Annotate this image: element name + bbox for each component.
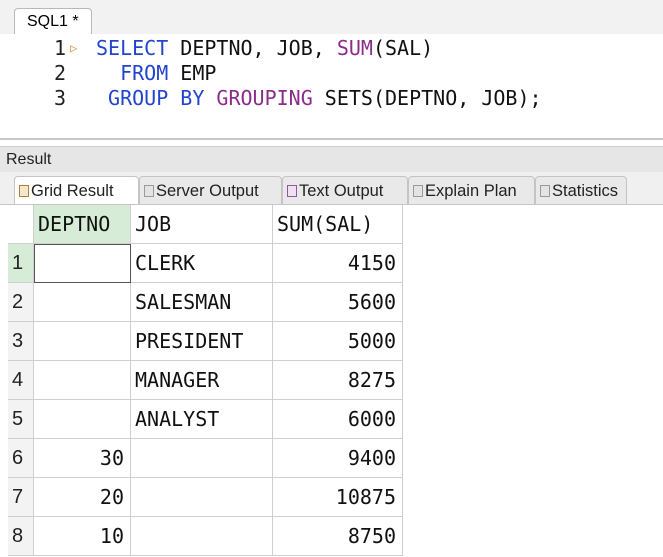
row-number[interactable]: 1: [8, 244, 34, 283]
cell-job[interactable]: CLERK: [131, 244, 273, 283]
code-line[interactable]: 1 ▷ SELECT DEPTNO, JOB, SUM(SAL): [0, 36, 663, 61]
result-panel-header: Result: [0, 146, 663, 173]
cell-deptno[interactable]: [34, 283, 131, 322]
cell-deptno[interactable]: [34, 361, 131, 400]
result-panel-title: Result: [6, 151, 52, 168]
cell-deptno[interactable]: [34, 322, 131, 361]
cell-sum-sal[interactable]: 4150: [273, 244, 403, 283]
tab-label: Grid Result: [31, 182, 114, 200]
row-number[interactable]: 4: [8, 361, 34, 400]
cell-job[interactable]: [131, 517, 273, 556]
code-text: SELECT DEPTNO, JOB, SUM(SAL): [96, 36, 433, 61]
cell-deptno[interactable]: [34, 400, 131, 439]
row-number[interactable]: 6: [8, 439, 34, 478]
tab-text-output[interactable]: Text Output: [282, 176, 408, 204]
cell-sum-sal[interactable]: 5000: [273, 322, 403, 361]
code-line[interactable]: 3 GROUP BY GROUPING SETS(DEPTNO, JOB);: [0, 86, 663, 111]
tab-explain-plan[interactable]: Explain Plan: [408, 176, 535, 204]
cell-deptno[interactable]: 20: [34, 478, 131, 517]
cell-deptno[interactable]: 10: [34, 517, 131, 556]
code-token: EMP: [180, 61, 217, 85]
cell-job[interactable]: MANAGER: [131, 361, 273, 400]
column-header-sumsal[interactable]: SUM(SAL): [273, 205, 403, 244]
cell-sum-sal[interactable]: 8275: [273, 361, 403, 400]
tab-label: Explain Plan: [425, 182, 517, 200]
cell-job[interactable]: PRESIDENT: [131, 322, 273, 361]
tab-server-output[interactable]: Server Output: [139, 176, 282, 204]
cell-sum-sal[interactable]: 8750: [273, 517, 403, 556]
cell-job[interactable]: [131, 478, 273, 517]
code-token: DEPTNO, JOB,: [180, 36, 337, 60]
cell-deptno[interactable]: [34, 244, 131, 283]
code-token: GROUP BY: [96, 86, 217, 110]
cell-sum-sal[interactable]: 9400: [273, 439, 403, 478]
result-tab-strip: Grid Result Server Output Text Output Expla…: [0, 172, 663, 205]
grid-icon: [19, 185, 29, 197]
code-token: SELECT: [96, 36, 181, 60]
editor-tab-sql1[interactable]: SQL1 *: [14, 8, 92, 35]
code-text: GROUP BY GROUPING SETS(DEPTNO, JOB);: [96, 86, 542, 111]
line-number: 1: [53, 36, 66, 60]
code-line[interactable]: 2 FROM EMP: [0, 61, 663, 86]
code-token: SUM: [336, 36, 373, 60]
server-output-icon: [144, 185, 154, 197]
cell-job[interactable]: ANALYST: [131, 400, 273, 439]
explain-plan-icon: [413, 185, 423, 197]
line-number: 3: [53, 86, 66, 110]
editor-tab-strip: SQL1 *: [0, 0, 663, 35]
cell-sum-sal[interactable]: 6000: [273, 400, 403, 439]
cell-job[interactable]: [131, 439, 273, 478]
tab-label: Text Output: [299, 182, 384, 200]
fold-arrow-icon[interactable]: ▷: [70, 36, 77, 61]
code-token: GROUPING: [216, 86, 325, 110]
code-token: FROM: [96, 61, 181, 85]
tab-label: Server Output: [156, 182, 259, 200]
row-number[interactable]: 2: [8, 283, 34, 322]
tab-statistics[interactable]: Statistics: [535, 176, 627, 204]
cell-job[interactable]: SALESMAN: [131, 283, 273, 322]
line-number: 2: [53, 61, 66, 85]
row-number[interactable]: 3: [8, 322, 34, 361]
statistics-icon: [540, 185, 550, 197]
cell-sum-sal[interactable]: 5600: [273, 283, 403, 322]
sql-editor[interactable]: 1 ▷ SELECT DEPTNO, JOB, SUM(SAL) 2 FROM EMP…: [0, 34, 663, 140]
code-token: SETS(DEPTNO, JOB);: [324, 86, 542, 110]
row-number[interactable]: 7: [8, 478, 34, 517]
code-text: FROM EMP: [96, 61, 216, 86]
column-header-deptno[interactable]: DEPTNO: [34, 205, 131, 244]
cell-deptno[interactable]: 30: [34, 439, 131, 478]
code-token: (SAL): [372, 36, 434, 60]
row-number[interactable]: 5: [8, 400, 34, 439]
cell-sum-sal[interactable]: 10875: [273, 478, 403, 517]
tab-grid-result[interactable]: Grid Result: [14, 176, 139, 204]
column-header-job[interactable]: JOB: [131, 205, 273, 244]
tab-label: Statistics: [552, 182, 619, 200]
row-number[interactable]: 8: [8, 517, 34, 556]
grid-corner[interactable]: [8, 205, 34, 244]
text-output-icon: [287, 185, 297, 197]
